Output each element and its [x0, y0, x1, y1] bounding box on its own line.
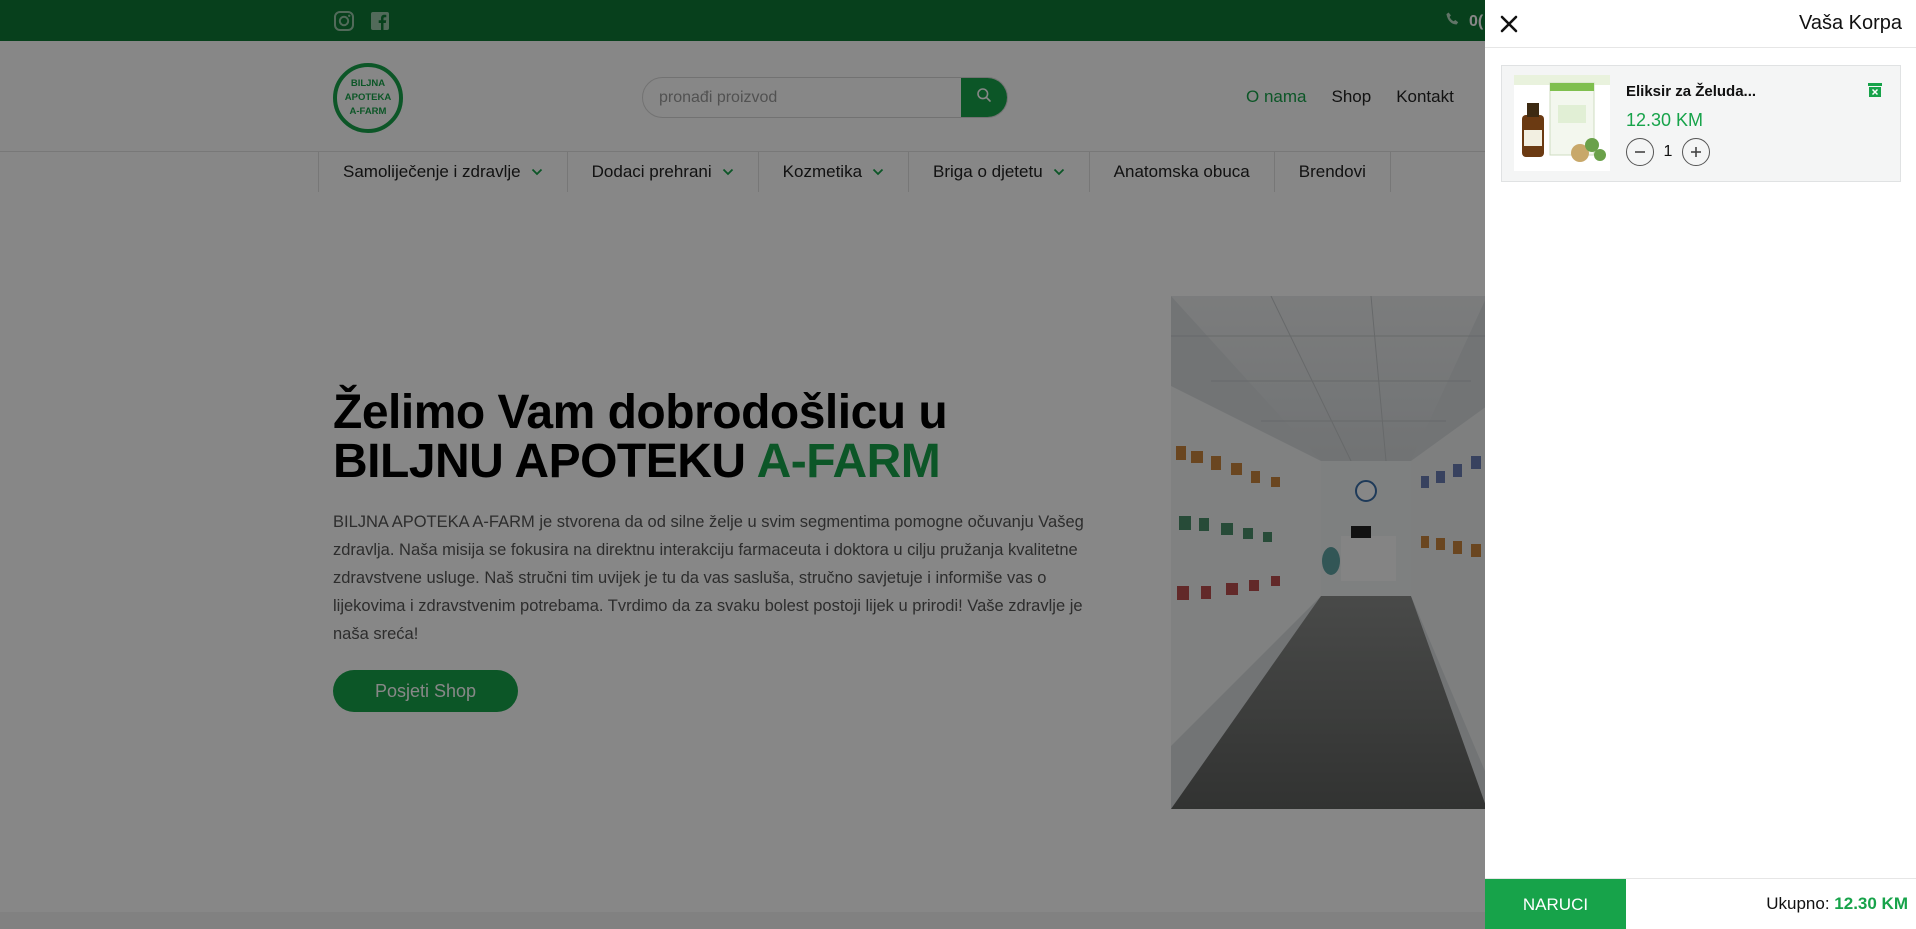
total-value: 12.30 KM — [1834, 894, 1908, 913]
plus-icon — [1691, 147, 1701, 157]
total-label: Ukupno: — [1766, 894, 1835, 913]
modal-overlay[interactable] — [0, 0, 1485, 929]
close-icon[interactable] — [1497, 12, 1521, 36]
product-name[interactable]: Eliksir za Želuda... — [1626, 83, 1756, 100]
cart-title: Vaša Korpa — [1798, 12, 1902, 34]
quantity-value: 1 — [1663, 143, 1673, 160]
cart-item: Eliksir za Želuda... 12.30 KM 1 — [1501, 65, 1901, 182]
quantity-stepper: 1 — [1626, 138, 1710, 166]
cart-drawer: Vaša Korpa Eliksir za Želuda... 12.30 KM — [1485, 0, 1916, 929]
remove-item-icon[interactable] — [1866, 81, 1884, 99]
minus-icon — [1635, 151, 1645, 153]
cart-total: Ukupno: 12.30 KM — [1766, 894, 1908, 914]
cart-footer: NARUCI Ukupno: 12.30 KM — [1485, 878, 1916, 929]
increase-quantity-button[interactable] — [1682, 138, 1710, 166]
product-price: 12.30 KM — [1626, 110, 1704, 130]
cart-header: Vaša Korpa — [1485, 0, 1916, 48]
decrease-quantity-button[interactable] — [1626, 138, 1654, 166]
product-thumbnail[interactable] — [1514, 75, 1610, 171]
order-button[interactable]: NARUCI — [1485, 879, 1626, 929]
